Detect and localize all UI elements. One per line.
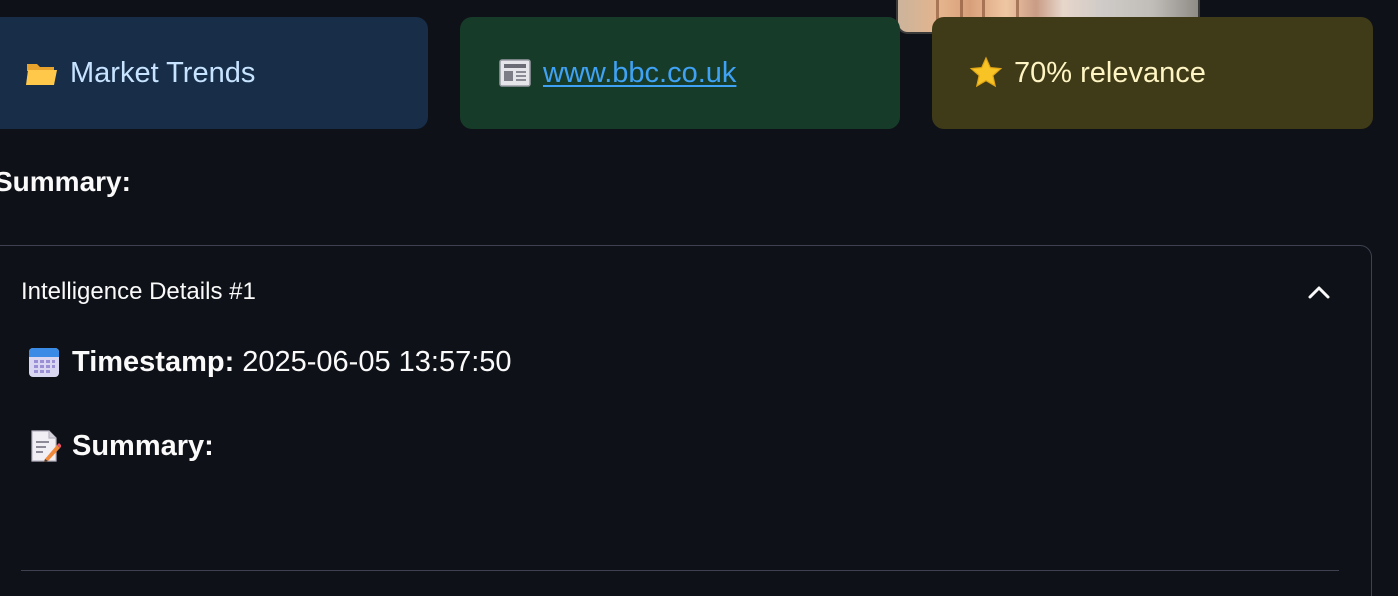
memo-icon <box>27 429 61 463</box>
category-chip: Market Trends <box>0 17 428 129</box>
summary-row: Summary: <box>27 429 222 463</box>
star-icon <box>969 56 1003 90</box>
source-chip: www.bbc.co.uk <box>460 17 900 129</box>
newspaper-icon <box>498 56 532 90</box>
folder-icon <box>25 56 59 90</box>
summary-heading: Summary: <box>0 166 131 197</box>
intelligence-details-expander: Intelligence Details #1 Timestamp: 2025-… <box>0 245 1372 596</box>
calendar-icon <box>27 345 61 379</box>
category-label: Market Trends <box>70 56 256 89</box>
expander-title[interactable]: Intelligence Details #1 <box>21 278 256 306</box>
relevance-chip: 70% relevance <box>932 17 1373 129</box>
relevance-label: 70% relevance <box>1014 56 1206 89</box>
chevron-up-icon[interactable] <box>1303 276 1335 308</box>
timestamp-value: 2025-06-05 13:57:50 <box>242 345 512 378</box>
summary-label: Summary: <box>72 429 214 462</box>
divider <box>21 570 1339 571</box>
timestamp-row: Timestamp: 2025-06-05 13:57:50 <box>27 345 512 379</box>
page: Market Trends www.bbc.co.uk 70% relevanc… <box>0 0 1398 596</box>
source-link[interactable]: www.bbc.co.uk <box>543 57 736 90</box>
timestamp-label: Timestamp: <box>72 345 235 378</box>
